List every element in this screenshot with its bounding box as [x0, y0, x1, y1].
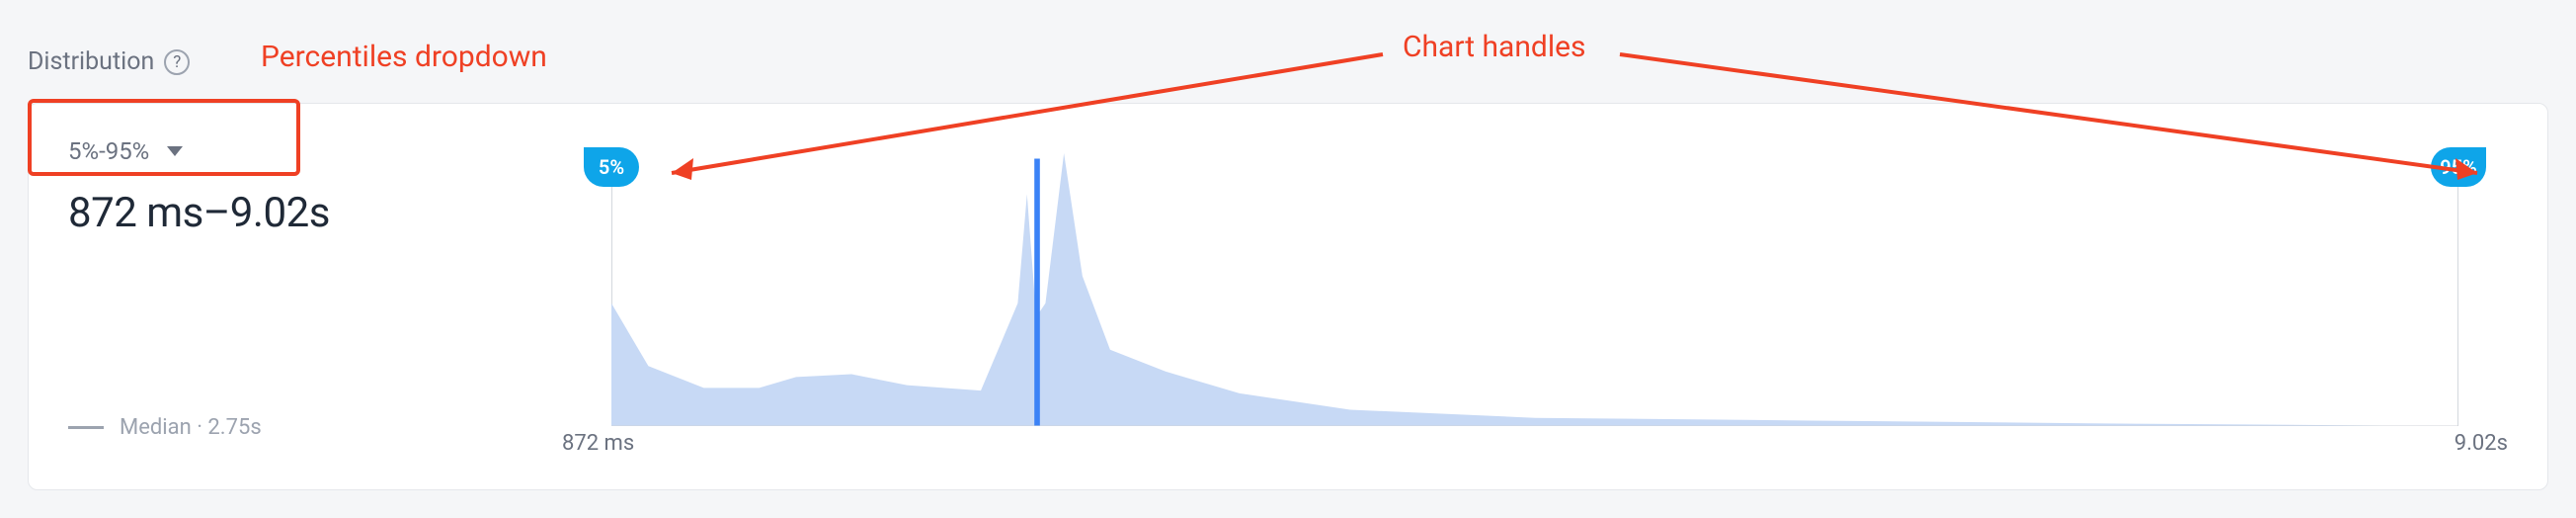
- help-icon[interactable]: ?: [164, 49, 190, 75]
- chart-handle-right-label: 95%: [2440, 155, 2477, 179]
- range-display: 872 ms–9.02s: [68, 189, 483, 237]
- median-legend: Median · 2.75s: [68, 415, 262, 440]
- section-title: Distribution: [28, 47, 154, 76]
- chart-handle-left[interactable]: 5%: [584, 147, 639, 187]
- x-axis-max: 9.02s: [2455, 431, 2508, 456]
- percentiles-dropdown-label: 5%-95%: [68, 137, 149, 165]
- chart-area: 5% 95% 872 ms 9.02s: [562, 124, 2508, 470]
- distribution-plot: [611, 153, 2458, 426]
- median-label: Median: [120, 415, 192, 440]
- chart-handle-right[interactable]: 95%: [2431, 147, 2486, 187]
- median-value: 2.75s: [207, 415, 261, 440]
- annotation-chart-handles: Chart handles: [1403, 30, 1586, 64]
- median-swatch: [68, 426, 104, 429]
- distribution-card: 5%-95% 872 ms–9.02s Median · 2.75s 5% 95…: [28, 103, 2548, 490]
- x-axis-min: 872 ms: [562, 431, 634, 456]
- percentiles-dropdown[interactable]: 5%-95%: [68, 137, 183, 165]
- annotation-percentiles-dropdown: Percentiles dropdown: [261, 40, 547, 74]
- chart-handle-left-label: 5%: [599, 155, 624, 179]
- chevron-down-icon: [167, 146, 183, 156]
